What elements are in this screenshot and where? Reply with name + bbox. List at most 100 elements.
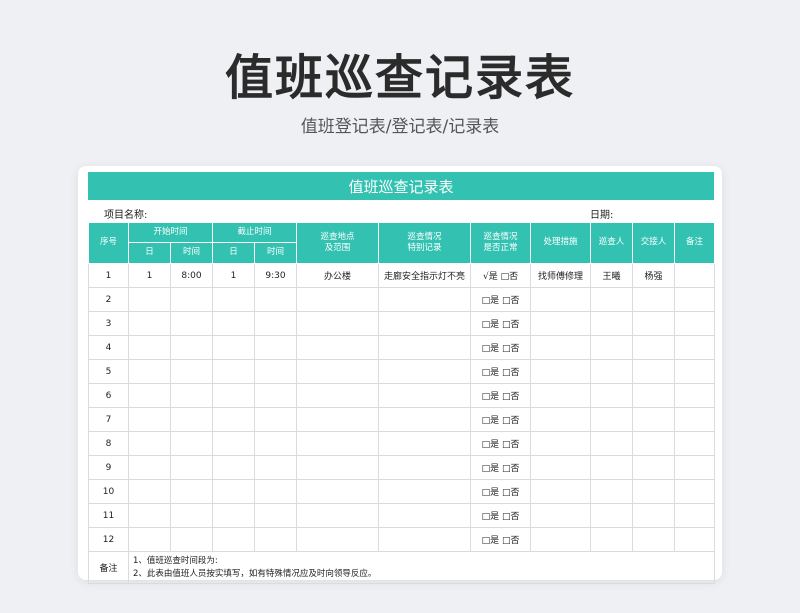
cell-handover[interactable] <box>632 479 676 504</box>
cell-measures[interactable] <box>530 311 592 336</box>
cell-remark[interactable] <box>674 431 716 456</box>
cell-location[interactable] <box>296 455 380 480</box>
cell-inspector[interactable]: 王曦 <box>590 263 634 288</box>
cell-inspector[interactable] <box>590 311 634 336</box>
cell-handover[interactable] <box>632 431 676 456</box>
cell-inspector[interactable] <box>590 287 634 312</box>
cell-inspector[interactable] <box>590 383 634 408</box>
cell-handover[interactable] <box>632 359 676 384</box>
cell-end-time[interactable] <box>254 407 298 432</box>
cell-end-time[interactable] <box>254 527 298 552</box>
cell-start-time[interactable] <box>169 335 214 360</box>
cell-location[interactable] <box>296 335 380 360</box>
cell-start-time[interactable] <box>169 359 214 384</box>
cell-normal-check[interactable]: □是 □否 <box>470 383 532 408</box>
cell-normal-check[interactable]: □是 □否 <box>470 455 532 480</box>
cell-record[interactable] <box>378 359 472 384</box>
cell-start-day[interactable] <box>128 479 171 504</box>
cell-end-day[interactable] <box>212 503 256 528</box>
cell-start-day[interactable] <box>128 335 171 360</box>
cell-start-time[interactable] <box>169 479 214 504</box>
cell-measures[interactable] <box>530 287 592 312</box>
cell-start-time[interactable] <box>169 455 214 480</box>
cell-inspector[interactable] <box>590 431 634 456</box>
cell-start-time[interactable] <box>169 311 214 336</box>
cell-remark[interactable] <box>674 359 716 384</box>
cell-start-day[interactable] <box>128 287 171 312</box>
cell-record[interactable] <box>378 383 472 408</box>
cell-start-day[interactable] <box>128 311 171 336</box>
cell-start-day[interactable] <box>128 503 171 528</box>
cell-normal-check[interactable]: □是 □否 <box>470 335 532 360</box>
cell-start-time[interactable] <box>169 407 214 432</box>
cell-normal-check[interactable]: □是 □否 <box>470 527 532 552</box>
cell-handover[interactable]: 杨强 <box>632 263 676 288</box>
cell-inspector[interactable] <box>590 407 634 432</box>
cell-handover[interactable] <box>632 455 676 480</box>
cell-start-day[interactable] <box>128 431 171 456</box>
cell-end-time[interactable] <box>254 383 298 408</box>
cell-end-day[interactable] <box>212 431 256 456</box>
cell-measures[interactable] <box>530 431 592 456</box>
cell-start-day[interactable] <box>128 383 171 408</box>
cell-record[interactable] <box>378 431 472 456</box>
cell-remark[interactable] <box>674 263 716 288</box>
cell-start-day[interactable] <box>128 527 171 552</box>
cell-location[interactable] <box>296 287 380 312</box>
cell-end-time[interactable]: 9:30 <box>254 263 298 288</box>
cell-normal-check[interactable]: √是 □否 <box>470 263 532 288</box>
cell-normal-check[interactable]: □是 □否 <box>470 431 532 456</box>
cell-measures[interactable] <box>530 383 592 408</box>
cell-handover[interactable] <box>632 527 676 552</box>
cell-end-day[interactable] <box>212 527 256 552</box>
cell-end-day[interactable] <box>212 479 256 504</box>
cell-measures[interactable] <box>530 335 592 360</box>
cell-remark[interactable] <box>674 455 716 480</box>
cell-normal-check[interactable]: □是 □否 <box>470 407 532 432</box>
cell-record[interactable] <box>378 503 472 528</box>
cell-handover[interactable] <box>632 407 676 432</box>
cell-end-day[interactable] <box>212 287 256 312</box>
cell-normal-check[interactable]: □是 □否 <box>470 311 532 336</box>
cell-measures[interactable]: 找师傅修理 <box>530 263 592 288</box>
cell-location[interactable] <box>296 527 380 552</box>
cell-measures[interactable] <box>530 503 592 528</box>
cell-start-time[interactable] <box>169 431 214 456</box>
cell-end-day[interactable] <box>212 335 256 360</box>
cell-end-day[interactable] <box>212 311 256 336</box>
cell-location[interactable] <box>296 479 380 504</box>
cell-end-time[interactable] <box>254 479 298 504</box>
cell-remark[interactable] <box>674 527 716 552</box>
cell-handover[interactable] <box>632 503 676 528</box>
cell-normal-check[interactable]: □是 □否 <box>470 359 532 384</box>
cell-measures[interactable] <box>530 527 592 552</box>
cell-end-time[interactable] <box>254 431 298 456</box>
cell-record[interactable] <box>378 407 472 432</box>
cell-normal-check[interactable]: □是 □否 <box>470 479 532 504</box>
cell-measures[interactable] <box>530 479 592 504</box>
cell-location[interactable] <box>296 407 380 432</box>
cell-start-time[interactable] <box>169 383 214 408</box>
cell-record[interactable] <box>378 335 472 360</box>
cell-record[interactable] <box>378 527 472 552</box>
cell-remark[interactable] <box>674 479 716 504</box>
cell-location[interactable] <box>296 431 380 456</box>
cell-record[interactable] <box>378 455 472 480</box>
cell-remark[interactable] <box>674 335 716 360</box>
cell-record[interactable] <box>378 311 472 336</box>
cell-inspector[interactable] <box>590 335 634 360</box>
cell-end-time[interactable] <box>254 335 298 360</box>
cell-location[interactable] <box>296 383 380 408</box>
cell-inspector[interactable] <box>590 503 634 528</box>
cell-handover[interactable] <box>632 335 676 360</box>
cell-location[interactable]: 办公楼 <box>296 263 380 288</box>
cell-end-day[interactable] <box>212 359 256 384</box>
cell-handover[interactable] <box>632 383 676 408</box>
cell-end-day[interactable] <box>212 383 256 408</box>
cell-remark[interactable] <box>674 503 716 528</box>
cell-end-time[interactable] <box>254 503 298 528</box>
cell-remark[interactable] <box>674 287 716 312</box>
cell-start-day[interactable] <box>128 407 171 432</box>
cell-start-time[interactable] <box>169 503 214 528</box>
cell-end-time[interactable] <box>254 455 298 480</box>
